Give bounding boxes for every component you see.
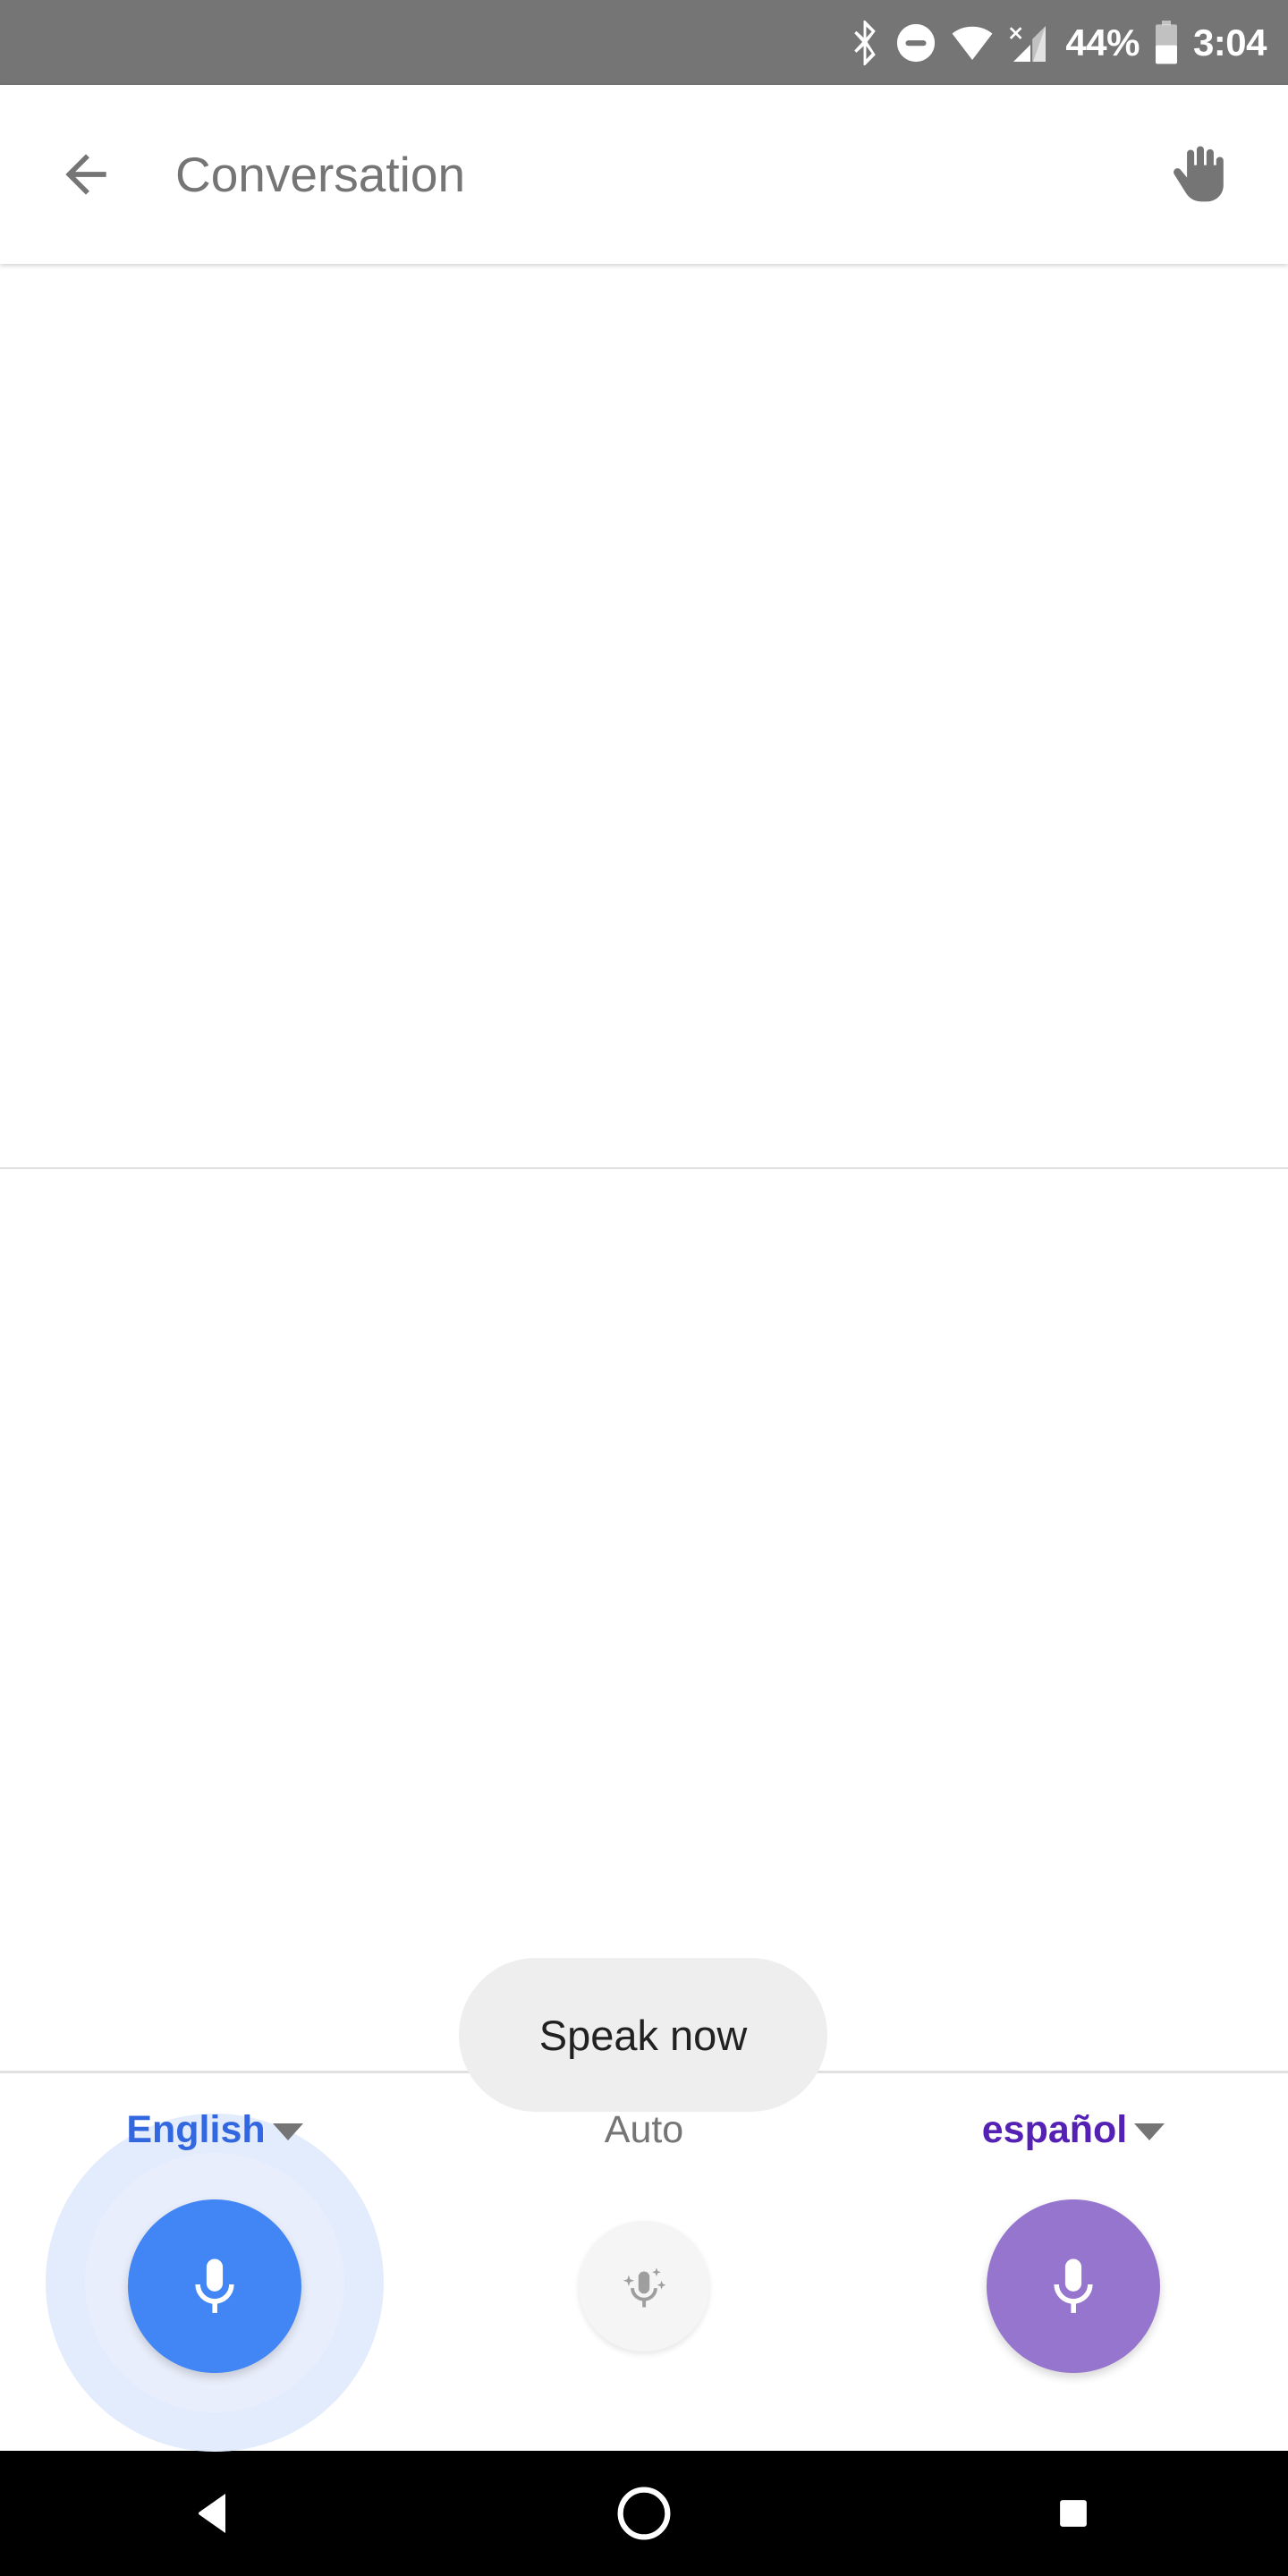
raised-hand-icon — [1174, 146, 1224, 202]
page-title: Conversation — [175, 147, 466, 202]
cell-signal-no-service-icon — [1010, 25, 1046, 62]
raised-hand-button[interactable] — [1157, 126, 1243, 223]
system-navigation-bar — [0, 2451, 1288, 2576]
back-arrow-icon — [65, 154, 106, 195]
microphone-icon — [1054, 2258, 1093, 2313]
mic-button-english[interactable] — [128, 2199, 301, 2373]
mic-button-spanish[interactable] — [987, 2199, 1160, 2373]
back-nav-icon — [198, 2494, 225, 2533]
nav-home-button[interactable] — [429, 2451, 859, 2576]
language-selector-spanish[interactable]: español — [859, 2111, 1288, 2149]
nav-recents-button[interactable] — [859, 2451, 1288, 2576]
language-label-english: English — [126, 2108, 266, 2151]
app-bar: Conversation — [0, 85, 1288, 264]
nav-back-button[interactable] — [0, 2451, 429, 2576]
clock-label: 3:04 — [1192, 21, 1267, 64]
battery-percent-label: 44% — [1065, 21, 1140, 64]
language-control-center: Auto — [429, 2073, 859, 2451]
bottom-control-bar: English Auto español — [0, 2073, 1288, 2452]
language-control-right: español — [859, 2073, 1288, 2451]
mic-wrap-auto — [429, 2157, 859, 2416]
recents-nav-icon — [1060, 2500, 1087, 2527]
language-selector-auto[interactable]: Auto — [429, 2111, 859, 2149]
conversation-area — [0, 264, 1288, 2075]
mic-wrap-spanish — [859, 2157, 1288, 2416]
microphone-auto-detect-icon — [623, 2267, 666, 2308]
back-button[interactable] — [38, 126, 134, 223]
language-control-left: English — [0, 2073, 429, 2452]
status-bar-icons: 44% 3:04 — [849, 20, 1267, 65]
speak-now-chip: Speak now — [459, 1958, 827, 2112]
battery-icon — [1155, 20, 1177, 64]
language-label-auto: Auto — [604, 2108, 684, 2151]
chevron-down-icon — [1134, 2123, 1165, 2140]
conversation-pane-top[interactable] — [0, 264, 1288, 1167]
mic-button-auto[interactable] — [579, 2221, 709, 2351]
microphone-icon — [195, 2258, 234, 2313]
bluetooth-icon — [854, 20, 877, 65]
language-label-spanish: español — [981, 2108, 1128, 2151]
do-not-disturb-icon — [897, 23, 936, 62]
wifi-icon — [952, 26, 993, 60]
speak-now-label: Speak now — [538, 2011, 748, 2059]
status-bar: 44% 3:04 — [0, 0, 1288, 85]
language-selector-english[interactable]: English — [0, 2111, 429, 2149]
chevron-down-icon — [272, 2123, 303, 2140]
home-nav-icon — [617, 2487, 671, 2540]
mic-wrap-english — [0, 2114, 429, 2452]
conversation-pane-bottom[interactable] — [0, 1169, 1288, 2075]
